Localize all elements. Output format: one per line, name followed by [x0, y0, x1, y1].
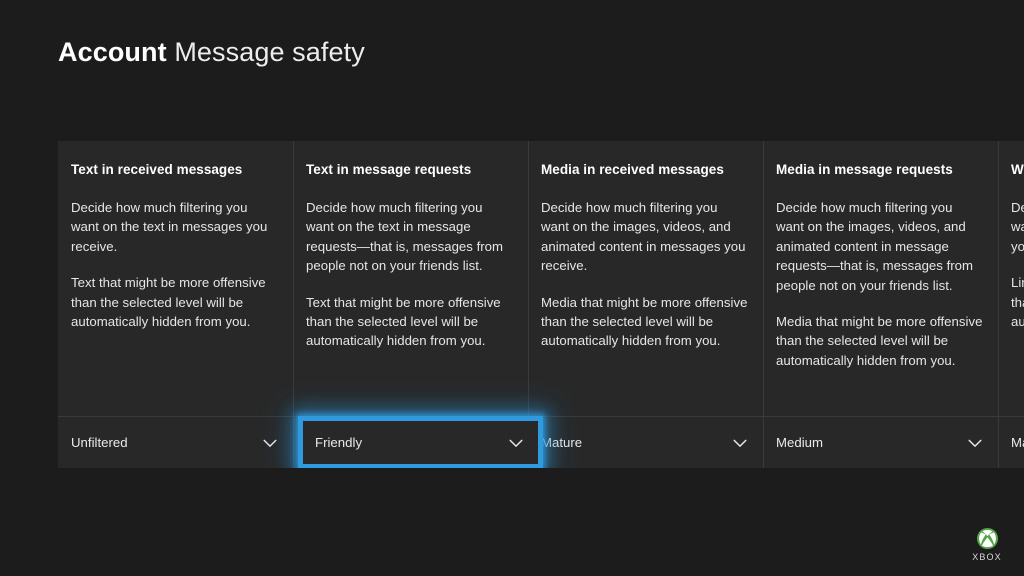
xbox-branding: XBOX: [967, 518, 1007, 562]
card-title: Media in message requests: [776, 162, 953, 177]
card-paragraph: Text that might be more offensive than t…: [71, 275, 266, 330]
card-title: Web links: [1011, 162, 1024, 177]
filter-level-dropdown-focused[interactable]: Friendly: [303, 421, 538, 464]
dropdown-value: Unfiltered: [71, 435, 128, 450]
card-title: Text in received messages: [71, 162, 243, 177]
card-footer: Mature: [998, 416, 1024, 468]
page-title: Account Message safety: [58, 33, 365, 71]
setting-card-web-links: Web links Decide how much filtering you …: [998, 141, 1024, 468]
card-body: Media in message requests Decide how muc…: [763, 141, 998, 416]
chevron-down-icon: [261, 434, 279, 452]
dropdown-value: Medium: [776, 435, 824, 450]
card-paragraph: Media that might be more offensive than …: [776, 314, 983, 368]
card-body: Text in received messages Decide how muc…: [58, 141, 293, 416]
xbox-wordmark: XBOX: [972, 552, 1002, 562]
focus-highlight: Friendly: [298, 416, 543, 468]
card-title: Text in message requests: [306, 162, 472, 177]
card-paragraph: Decide how much filtering you want on th…: [71, 200, 268, 254]
card-footer: Unfiltered: [58, 416, 293, 468]
chevron-down-icon: [507, 434, 525, 452]
xbox-sphere-icon: [976, 527, 999, 550]
setting-card-media-message-requests: Media in message requests Decide how muc…: [763, 141, 998, 468]
card-body: Media in received messages Decide how mu…: [528, 141, 763, 416]
page-title-section: Message safety: [174, 37, 365, 67]
chevron-down-icon: [966, 434, 984, 452]
card-footer: Friendly: [293, 416, 543, 468]
filter-level-dropdown[interactable]: Mature: [998, 417, 1024, 468]
card-paragraph: Decide how much filtering you want on th…: [306, 200, 504, 274]
card-paragraph: Decide how much filtering you want on th…: [776, 200, 974, 293]
card-paragraph: Links that might be more offensive than …: [1011, 275, 1024, 330]
setting-card-media-received-messages: Media in received messages Decide how mu…: [528, 141, 763, 468]
dropdown-value: Mature: [1011, 435, 1024, 450]
page-title-category: Account: [58, 37, 167, 67]
card-footer: Mature: [528, 416, 763, 468]
card-paragraph: Text that might be more offensive than t…: [306, 294, 501, 349]
dropdown-value: Friendly: [315, 435, 363, 450]
filter-level-dropdown[interactable]: Unfiltered: [58, 417, 293, 468]
dropdown-value: Mature: [541, 435, 583, 450]
chevron-down-icon: [731, 434, 749, 452]
card-paragraph: Decide how much filtering you want on th…: [1011, 200, 1024, 254]
settings-card-strip: Text in received messages Decide how muc…: [58, 141, 1024, 468]
card-paragraph: Decide how much filtering you want on th…: [541, 200, 746, 274]
card-title: Media in received messages: [541, 162, 724, 177]
card-paragraph: Media that might be more offensive than …: [541, 294, 748, 349]
card-footer: Medium: [763, 416, 998, 468]
card-body: Web links Decide how much filtering you …: [998, 141, 1024, 416]
setting-card-text-message-requests: Text in message requests Decide how much…: [293, 141, 543, 468]
card-body: Text in message requests Decide how much…: [293, 141, 528, 416]
setting-card-text-received-messages: Text in received messages Decide how muc…: [58, 141, 293, 468]
filter-level-dropdown[interactable]: Mature: [528, 417, 763, 468]
filter-level-dropdown[interactable]: Medium: [763, 417, 998, 468]
